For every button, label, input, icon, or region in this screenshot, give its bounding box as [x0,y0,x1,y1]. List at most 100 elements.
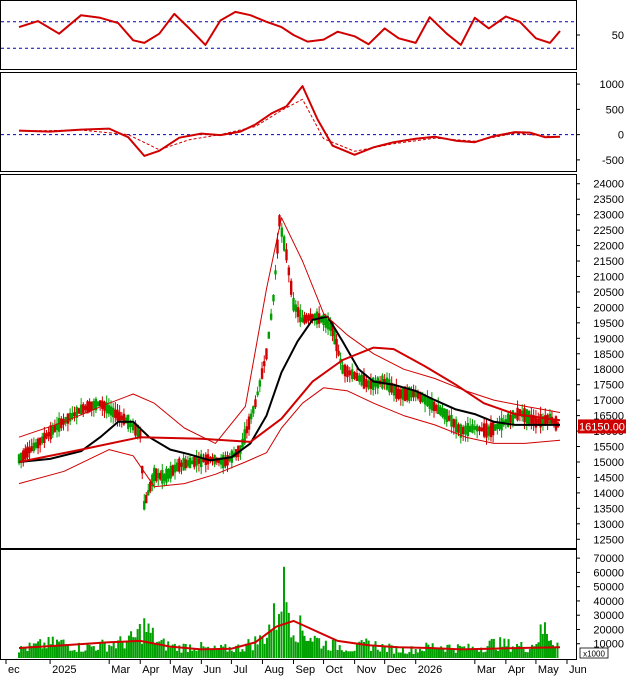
volume-bar-46 [117,640,120,658]
candle-body-77 [182,457,185,471]
candle-body-47 [118,411,121,422]
volume-bar-25 [71,650,74,658]
candle-body-109 [252,406,255,414]
candle-body-122 [280,227,284,237]
candle-body-205 [466,423,470,436]
volume-bar-3 [24,648,27,658]
volume-bar-210 [478,651,481,658]
x-tick-label-3: Apr [142,664,159,676]
volume-bar-13 [45,648,48,658]
volume-bar-80 [191,650,194,658]
volume-bar-95 [224,644,227,658]
candle-body-197 [447,415,451,421]
volume-bar-158 [365,638,368,658]
volume-bar-212 [482,652,485,658]
volume-bar-30 [82,651,85,658]
volume-bar-115 [268,624,271,658]
volume-bar-4 [26,651,29,658]
volume-bar-196 [448,644,451,658]
candle-body-130 [299,309,302,323]
volume-bar-139 [322,645,325,658]
candle-body-68 [163,474,166,481]
volume-bar-66 [160,639,163,658]
volume-bar-31 [84,650,87,658]
candle-body-203 [461,426,465,435]
volume-bar-246 [553,648,556,658]
volume-bar-19 [58,641,61,658]
candle-body-8 [34,442,38,448]
candle-body-46 [116,409,119,421]
candle-body-112 [258,380,262,387]
candle-body-141 [322,314,325,326]
candle-body-209 [475,425,479,432]
volume-bar-247 [556,642,559,658]
candle-body-181 [412,390,415,398]
candle-body-69 [165,468,168,483]
x-tick-label-4: May [172,664,193,676]
x-tick-label-7: Aug [264,664,284,676]
candle-body-1 [19,452,23,462]
candle-body-175 [399,389,403,399]
price-y-tick-label-10: 19000 [593,333,624,345]
volume-bar-9 [37,641,40,658]
candle-body-191 [434,404,438,411]
price-y-tick-label-12: 18000 [593,364,624,376]
candle-body-107 [247,416,251,430]
volume-bar-36 [94,650,97,658]
volume-bar-138 [320,648,323,658]
volume-bar-91 [215,648,218,658]
candle-body-195 [443,408,446,420]
candle-body-212 [482,423,486,437]
volume-bar-237 [535,644,538,658]
candle-body-192 [437,404,440,415]
volume-bar-5 [28,642,31,658]
candle-body-74 [175,462,179,472]
candle-body-180 [410,390,413,398]
volume-bar-49 [123,648,126,658]
volume-bar-130 [303,635,306,658]
volume-bar-156 [360,640,363,658]
volume-bar-219 [497,650,500,658]
price-panel: 24000 23500 23000 22500 22000 21500 21000 20500… [17,179,626,546]
last-price-label: 16150.00 [579,421,625,433]
volume-bar-70 [169,647,172,658]
volume-bar-116 [270,629,273,658]
candle-body-110 [254,399,257,408]
macd-series-line-1 [18,98,561,152]
candle-body-16 [51,426,54,435]
candle-body-152 [346,366,349,378]
volume-bar-69 [167,641,170,658]
volume-bar-205 [467,643,470,658]
candle-body-123 [282,236,286,251]
candle-body-150 [341,364,344,374]
volume-bar-126 [294,641,297,658]
volume-bar-147 [340,650,343,658]
candle-body-44 [111,407,115,418]
volume-bar-232 [524,651,527,658]
candle-body-13 [45,433,48,439]
volume-bar-208 [473,649,476,658]
candle-body-35 [92,401,96,410]
volume-bar-29 [80,651,83,658]
candle-body-12 [43,432,46,443]
volume-bar-103 [241,649,244,658]
candle-body-19 [57,418,61,432]
volume-bar-96 [226,651,229,658]
volume-bar-172 [397,652,400,658]
volume-bar-45 [114,648,117,658]
price-y-tick-label-13: 17500 [593,380,624,392]
macd-y-tick-label-2: 0 [618,130,624,142]
x-axis: ec 2025 Mar Apr May Jun Jul Aug Sep Oct Nov Dec 2026… [5,660,587,676]
candle-body-78 [184,459,187,469]
volume-bar-121 [282,566,285,658]
volume-bar-18 [55,639,58,658]
candle-body-17 [53,425,57,432]
volume-bar-108 [251,650,254,658]
price-y-tick-label-4: 22000 [593,241,624,253]
candle-body-218 [496,423,499,430]
price-panel-frame [0,174,577,549]
volume-bar-58 [143,618,146,658]
volume-bar-44 [112,642,115,658]
x-tick-label-8: Sep [296,664,316,676]
volume-bar-75 [180,652,183,658]
